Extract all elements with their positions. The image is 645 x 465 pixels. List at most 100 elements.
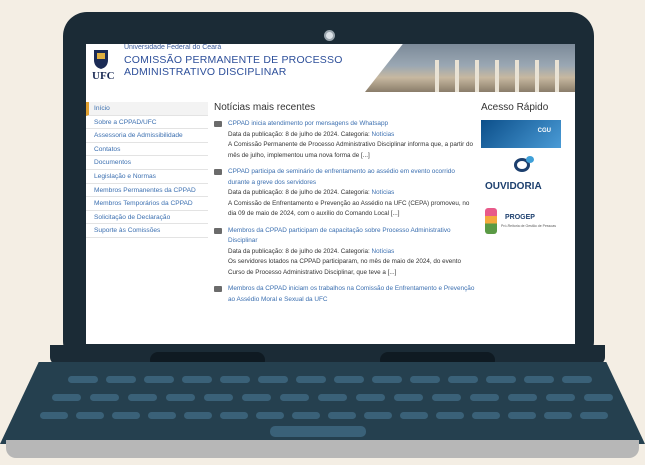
keyboard-key [410,376,440,383]
news-date: Data da publicação: 8 de julho de 2024. … [228,130,370,138]
keyboard-key [220,412,248,419]
news-icon [214,286,222,292]
keyboard-key [470,394,499,401]
keyboard-key [394,394,423,401]
ufc-crest-icon [94,50,108,69]
sidebar-item-membros-permanentes[interactable]: Membros Permanentes da CPPAD [86,184,208,198]
site-banner: UFC Universidade Federal do Ceará COMISS… [86,44,575,92]
news-icon [214,227,222,234]
site-title-line1[interactable]: COMISSÃO PERMANENTE DE PROCESSO [124,54,343,66]
news-meta: Data da publicação: 8 de julho de 2024. … [228,130,476,141]
news-category-link[interactable]: Notícias [372,248,395,255]
progep-subtitle: Pró-Reitoria de Gestão de Pessoas [501,224,557,228]
keyboard-key [328,412,356,419]
keyboard-key [436,412,464,419]
news-title-link[interactable]: Membros da CPPAD iniciam os trabalhos na… [228,284,476,305]
news-title-link[interactable]: CPPAD inicia atendimento por mensagens d… [228,119,476,130]
progep-label: PROGEP [505,214,535,221]
news-item: Membros da CPPAD participam de capacitaç… [214,226,476,279]
news-title-link[interactable]: CPPAD participa de seminário de enfrenta… [228,167,476,188]
news-date: Data da publicação: 8 de julho de 2024. … [228,247,370,255]
sidebar-item-contatos[interactable]: Contatos [86,143,208,157]
keyboard-key [432,394,461,401]
keyboard-key [166,394,195,401]
keyboard-key [472,412,500,419]
keyboard-key [258,376,288,383]
keyboard-key [52,394,81,401]
laptop-screen: UFC Universidade Federal do Ceará COMISS… [86,44,575,344]
keyboard-key [184,412,212,419]
keyboard-key [220,376,250,383]
sidebar-item-inicio[interactable]: Início [86,102,208,116]
news-category-link[interactable]: Notícias [372,131,395,138]
keyboard-key [524,376,554,383]
keyboard-key [296,376,326,383]
sidebar-item-suporte[interactable]: Suporte às Comissões [86,224,208,238]
news-icon [214,121,222,127]
keyboard-key [334,376,364,383]
trackpad [270,426,366,437]
news-icon [214,169,222,175]
quick-access-section: Acesso Rápido CGU OUVIDORIA PROGEP Pró-R… [481,102,569,240]
news-meta: Data da publicação: 8 de julho de 2024. … [228,188,476,199]
building-photo [365,44,575,92]
keyboard-key [148,412,176,419]
keyboard-key [580,412,608,419]
news-excerpt: A Comissão de Enfrentamento e Prevenção … [228,199,470,218]
university-name: Universidade Federal do Ceará [124,44,222,51]
ufc-logo-text: UFC [92,70,115,82]
laptop-front-edge [6,440,639,458]
keyboard-key [364,412,392,419]
news-item: Membros da CPPAD iniciam os trabalhos na… [214,284,476,305]
cgu-label: CGU [537,128,551,134]
ouvidoria-label: OUVIDORIA [485,181,542,192]
quick-access-heading: Acesso Rápido [481,102,549,113]
keyboard-key [40,412,68,419]
news-section: Notícias mais recentes CPPAD inicia aten… [214,102,476,311]
keyboard-key [544,412,572,419]
sidebar-nav: Início Sobre a CPPAD/UFC Assessoria de A… [86,102,208,238]
keyboard-key [106,376,136,383]
keyboard-key [318,394,347,401]
sidebar-item-solicitacao[interactable]: Solicitação de Declaração [86,211,208,225]
keyboard-key [562,376,592,383]
news-category-link[interactable]: Notícias [372,189,395,196]
keyboard-key [76,412,104,419]
news-excerpt: A Comissão Permanente de Processo Admini… [228,141,473,159]
webcam-icon [324,30,335,41]
keyboard-key [112,412,140,419]
sidebar-item-documentos[interactable]: Documentos [86,156,208,170]
keyboard-key [68,376,98,383]
keyboard-key [400,412,428,419]
news-excerpt: Os servidores lotados na CPPAD participa… [228,258,461,276]
keyboard-key [508,412,536,419]
news-date: Data da publicação: 8 de julho de 2024. … [228,189,370,196]
keyboard-key [204,394,233,401]
keyboard-key [448,376,478,383]
cgu-banner-link[interactable]: CGU [481,120,561,148]
keyboard-key [144,376,174,383]
sidebar-item-membros-temporarios[interactable]: Membros Temporários da CPPAD [86,197,208,211]
keyboard-key [372,376,402,383]
sidebar-item-assessoria[interactable]: Assessoria de Admissibilidade [86,129,208,143]
keyboard-key [292,412,320,419]
keyboard-key [182,376,212,383]
keyboard-key [356,394,385,401]
news-title-link[interactable]: Membros da CPPAD participam de capacitaç… [228,226,476,247]
keyboard-key [486,376,516,383]
sidebar-item-legislacao[interactable]: Legislação e Normas [86,170,208,184]
keyboard-key [508,394,537,401]
keyboard-key [90,394,119,401]
site-title-line2[interactable]: ADMINISTRATIVO DISCIPLINAR [124,66,287,78]
ouvidoria-banner-link[interactable]: OUVIDORIA [481,156,561,198]
keyboard-key [546,394,575,401]
keyboard-key [280,394,309,401]
news-item: CPPAD inicia atendimento por mensagens d… [214,119,476,161]
chat-dot-icon [526,156,534,163]
sidebar-item-sobre[interactable]: Sobre a CPPAD/UFC [86,116,208,130]
progep-figure-icon [485,208,497,234]
news-meta: Data da publicação: 8 de julho de 2024. … [228,247,476,258]
progep-banner-link[interactable]: PROGEP Pró-Reitoria de Gestão de Pessoas [481,204,561,240]
keyboard-key [256,412,284,419]
news-item: CPPAD participa de seminário de enfrenta… [214,167,476,220]
